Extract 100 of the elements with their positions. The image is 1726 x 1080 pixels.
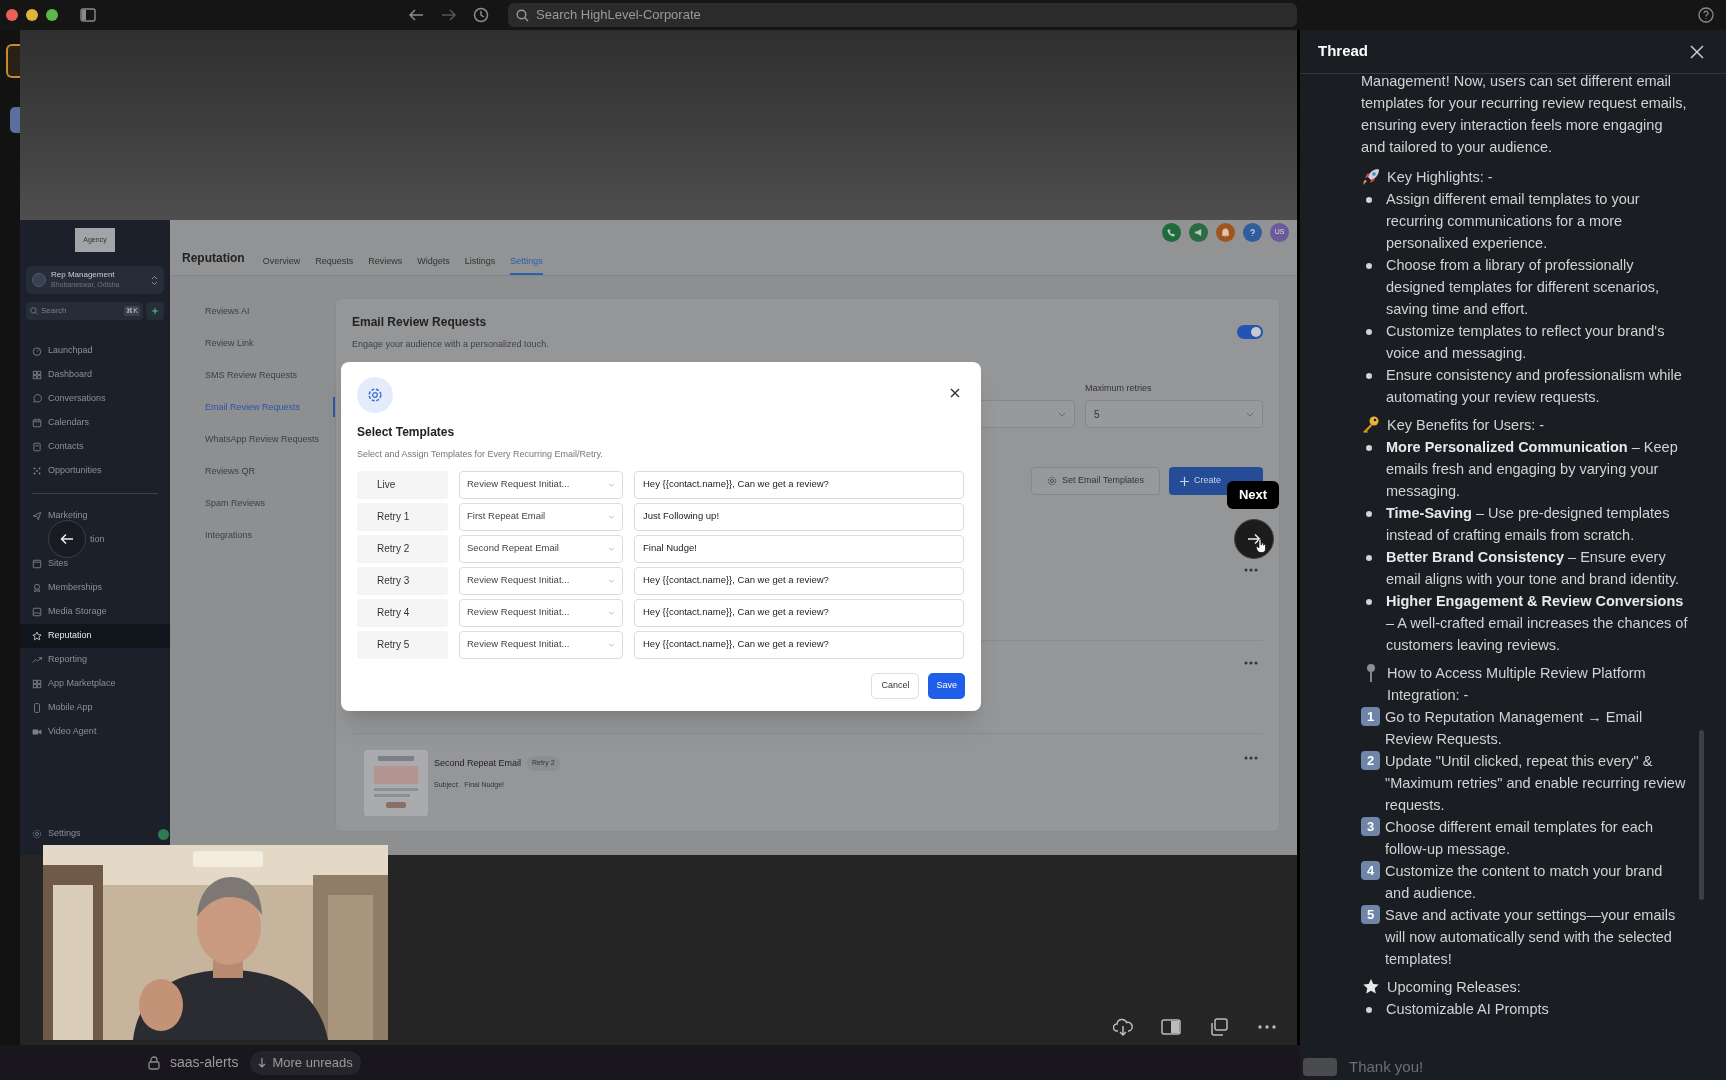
- cloud-download-icon[interactable]: [1113, 1018, 1133, 1036]
- nav-item[interactable]: Dashboard: [20, 363, 170, 387]
- section-heading: Key Benefits for Users: -: [1387, 416, 1545, 435]
- collapse-toggle-icon[interactable]: [158, 828, 169, 840]
- settings-nav-item[interactable]: Review Link: [205, 327, 323, 359]
- settings-nav-item[interactable]: WhatsApp Review Requests: [205, 423, 323, 455]
- select-field[interactable]: 5: [1085, 400, 1263, 428]
- bullet-icon: [1366, 1007, 1372, 1013]
- set-email-templates-button[interactable]: Set Email Templates: [1031, 467, 1160, 495]
- close-window-icon[interactable]: [6, 9, 18, 21]
- minimize-window-icon[interactable]: [26, 9, 38, 21]
- nav-item[interactable]: Mobile App: [20, 696, 170, 720]
- template-select[interactable]: Second Repeat Email: [459, 534, 623, 563]
- nav-item[interactable]: Reporting: [20, 648, 170, 672]
- gear-icon: [32, 829, 42, 839]
- template-select[interactable]: Review Request Initiat...: [459, 598, 623, 627]
- settings-nav-item[interactable]: Reviews AI: [205, 295, 323, 327]
- subject-input[interactable]: Final Nudge!: [634, 534, 964, 563]
- nav-item[interactable]: Sites: [20, 552, 170, 576]
- close-icon[interactable]: [949, 387, 961, 399]
- sidebar-toggle-icon[interactable]: [80, 8, 96, 22]
- nav-item[interactable]: Contacts: [20, 435, 170, 459]
- bullet-icon: [1366, 329, 1372, 335]
- trend-line-icon: [32, 655, 42, 665]
- template-select[interactable]: Review Request Initiat...: [459, 470, 623, 499]
- user-avatar: [1303, 1058, 1337, 1076]
- quick-action-button[interactable]: [146, 302, 164, 320]
- phone-icon: [32, 703, 42, 713]
- contact-card-icon: [32, 442, 42, 452]
- split-view-icon[interactable]: [1161, 1018, 1181, 1036]
- section-heading: Key Highlights: -: [1387, 168, 1493, 187]
- maximize-window-icon[interactable]: [46, 9, 58, 21]
- tab[interactable]: Overview: [262, 247, 301, 275]
- nav-item[interactable]: App Marketplace: [20, 672, 170, 696]
- search-icon: [30, 307, 38, 315]
- tab[interactable]: Listings: [464, 247, 496, 275]
- step-text: Go to Reputation Management → Email Review Requests.: [1385, 708, 1644, 749]
- panel-title: Thread: [1318, 41, 1368, 62]
- number-badge: 2: [1361, 751, 1380, 770]
- tab[interactable]: Reviews: [368, 247, 403, 275]
- nav-item[interactable]: Media Storage: [20, 600, 170, 624]
- nav-item[interactable]: Opportunities: [20, 459, 170, 483]
- phone-icon[interactable]: [1162, 223, 1181, 242]
- subject-input[interactable]: Hey {{contact.name}}, Can we get a review?: [634, 566, 964, 595]
- right-arrow-icon: [1247, 533, 1261, 545]
- nav-item[interactable]: Calendars: [20, 411, 170, 435]
- bullet-icon: [1366, 555, 1372, 561]
- nav-item[interactable]: tion: [20, 528, 170, 552]
- nav-item[interactable]: Settings: [20, 822, 158, 846]
- more-options-icon[interactable]: [1244, 756, 1258, 760]
- left-arrow-icon: [60, 533, 74, 545]
- more-options-icon[interactable]: [1244, 568, 1258, 572]
- cancel-button[interactable]: Cancel: [871, 672, 920, 699]
- settings-nav-item[interactable]: SMS Review Requests: [205, 359, 323, 391]
- search-field[interactable]: Search HighLevel-Corporate: [508, 3, 1297, 27]
- tab[interactable]: Widgets: [417, 247, 450, 275]
- nav-item[interactable]: Conversations: [20, 387, 170, 411]
- history-clock-icon[interactable]: [473, 7, 489, 23]
- sparkle-icon: [151, 307, 159, 315]
- selection-indicator: [333, 397, 335, 417]
- forward-arrow-icon[interactable]: [441, 8, 457, 22]
- grid-icon: [32, 679, 42, 689]
- bell-icon[interactable]: [1216, 223, 1235, 242]
- subject-input[interactable]: Just Following up!: [634, 502, 964, 531]
- subject-input[interactable]: Hey {{contact.name}}, Can we get a review?: [634, 470, 964, 499]
- more-unreads-button[interactable]: More unreads: [250, 1050, 361, 1075]
- settings-nav-item[interactable]: Integrations: [205, 519, 323, 551]
- list-item-text: Choose from a library of professionally designed templates for different scenarios, saving time and effort.: [1386, 256, 1660, 319]
- help-icon[interactable]: [1698, 7, 1714, 23]
- settings-nav-item[interactable]: Spam Reviews: [205, 487, 323, 519]
- tab[interactable]: Requests: [315, 247, 354, 275]
- nav-item[interactable]: Marketing: [20, 504, 170, 528]
- megaphone-icon[interactable]: [1189, 223, 1208, 242]
- subject-input[interactable]: Hey {{contact.name}}, Can we get a review?: [634, 630, 964, 659]
- back-arrow-icon[interactable]: [408, 8, 424, 22]
- bullet-icon: [1366, 373, 1372, 379]
- template-name: Second Repeat Email: [434, 756, 522, 770]
- template-select[interactable]: Review Request Initiat...: [459, 630, 623, 659]
- number-badge: 3: [1361, 817, 1380, 836]
- settings-nav-item[interactable]: Reviews QR: [205, 455, 323, 487]
- workspace-icon[interactable]: [6, 44, 20, 78]
- nav-item[interactable]: Launchpad: [20, 339, 170, 363]
- channel-name[interactable]: saas-alerts: [170, 1052, 239, 1073]
- row-label: Live: [357, 470, 448, 499]
- toggle-switch[interactable]: [1237, 325, 1263, 339]
- nav-item[interactable]: Memberships: [20, 576, 170, 600]
- help-icon[interactable]: [1243, 223, 1262, 242]
- ribbon-icon: [32, 583, 42, 593]
- section-heading: How to Access Multiple Review Platform Integration: -: [1387, 664, 1647, 705]
- list-item-text: Higher Engagement & Review Conversions – A well-crafted email increases the chances of customers leaving reviews.: [1386, 592, 1688, 655]
- subject-input[interactable]: Hey {{contact.name}}, Can we get a review?: [634, 598, 964, 627]
- workspace-icon[interactable]: [10, 107, 20, 133]
- template-select[interactable]: Review Request Initiat...: [459, 566, 623, 595]
- save-button[interactable]: Save: [928, 672, 965, 699]
- copy-icon[interactable]: [1209, 1018, 1229, 1036]
- template-select[interactable]: First Repeat Email: [459, 502, 623, 531]
- nav-item[interactable]: Video Agent: [20, 720, 170, 744]
- nav-item[interactable]: Reputation: [20, 624, 170, 648]
- tooltip: Next: [1227, 481, 1279, 509]
- more-options-icon[interactable]: [1244, 661, 1258, 665]
